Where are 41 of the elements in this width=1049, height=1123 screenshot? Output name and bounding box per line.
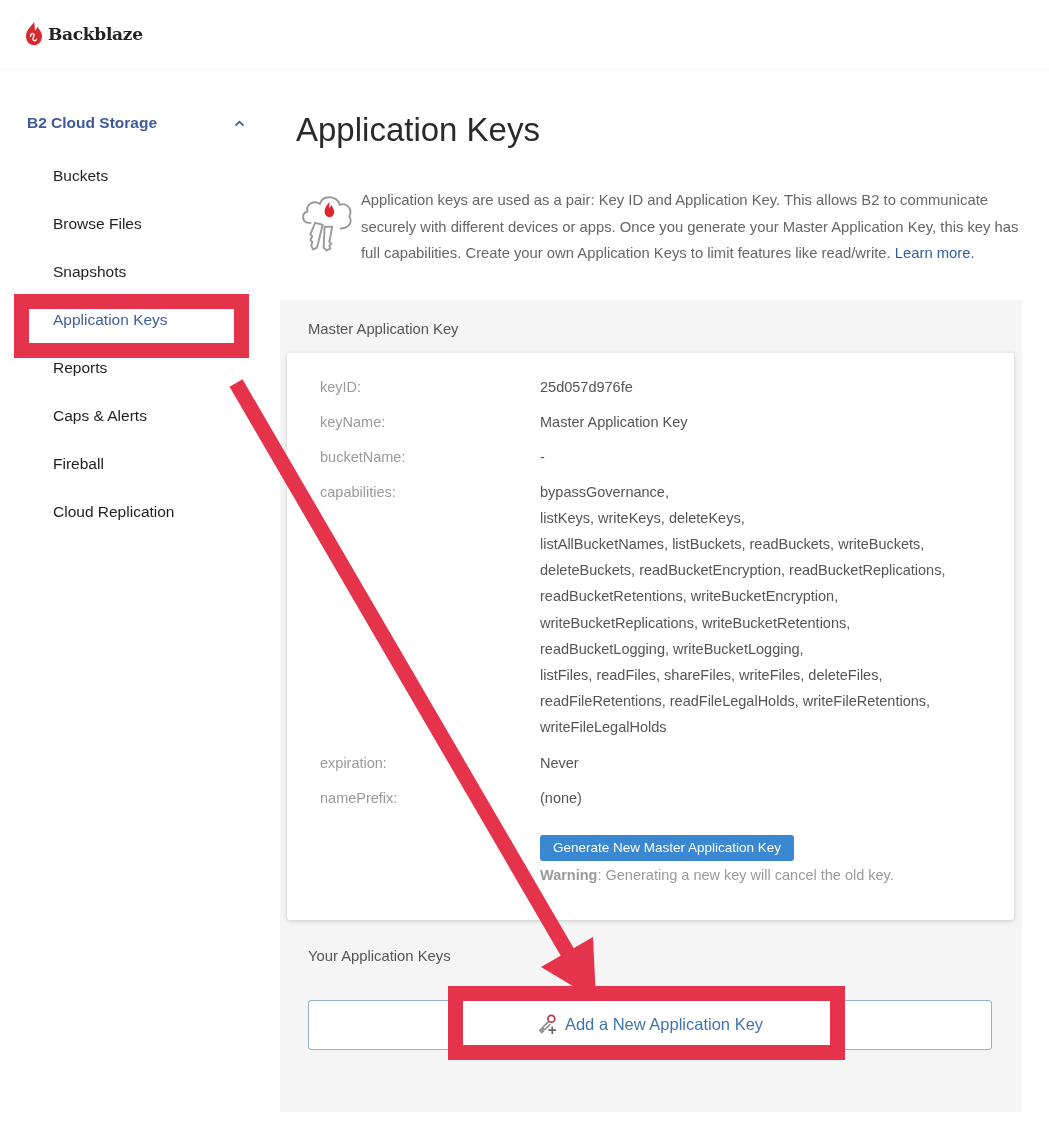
sidebar-item[interactable]: Application Keys bbox=[53, 311, 168, 329]
warning-text: Warning: Generating a new key will cancel the old key. bbox=[540, 865, 895, 885]
capability-line: readFileRetentions, readFileLegalHolds, writeFileRetentions, bbox=[540, 692, 932, 712]
capability-line: listAllBucketNames, listBuckets, readBuckets, writeBuckets, bbox=[540, 534, 926, 554]
flame-logo-icon bbox=[25, 22, 43, 45]
capability-line: listFiles, readFiles, shareFiles, writeFiles, deleteFiles, bbox=[540, 665, 884, 685]
field-value: - bbox=[540, 447, 546, 467]
capability-line: deleteBuckets, readBucketEncryption, readBucketReplications, bbox=[540, 561, 947, 581]
field-label: keyName: bbox=[320, 412, 387, 432]
capability-line: listKeys, writeKeys, deleteKeys, bbox=[540, 508, 746, 528]
field-label: bucketName: bbox=[320, 447, 407, 467]
capability-line: writeBucketReplications, writeBucketRetentions, bbox=[540, 613, 852, 633]
capability-line: readBucketRetentions, writeBucketEncryption, bbox=[540, 587, 840, 607]
capability-line: writeFileLegalHolds bbox=[540, 718, 668, 738]
capability-line: readBucketLogging, writeBucketLogging, bbox=[540, 639, 805, 659]
sidebar-item[interactable]: Cloud Replication bbox=[53, 503, 175, 521]
learn-more-link[interactable]: Learn more. bbox=[894, 245, 975, 261]
sidebar-item[interactable]: Reports bbox=[53, 359, 108, 377]
sidebar-item[interactable]: Caps & Alerts bbox=[53, 407, 147, 425]
section-heading: Master Application Key bbox=[308, 319, 460, 339]
sidebar-item[interactable]: Snapshots bbox=[53, 263, 127, 281]
key-plus-icon bbox=[536, 1014, 558, 1036]
sidebar-item[interactable]: Buckets bbox=[53, 167, 109, 185]
field-label: expiration: bbox=[320, 753, 388, 773]
generate-key-button[interactable]: Generate New Master Application Key bbox=[540, 834, 795, 861]
field-label: namePrefix: bbox=[320, 788, 399, 808]
brand-name: Backblaze bbox=[48, 23, 143, 44]
field-value: Master Application Key bbox=[540, 412, 689, 432]
field-label: keyID: bbox=[320, 377, 363, 397]
sidebar-item[interactable]: Fireball bbox=[53, 455, 104, 473]
sidebar-section-toggle[interactable]: B2 Cloud Storage bbox=[27, 111, 249, 135]
sidebar-item[interactable]: Browse Files bbox=[53, 215, 142, 233]
field-value: Never bbox=[540, 753, 580, 773]
field-value: 25d057d976fe bbox=[540, 377, 634, 397]
caret-icon bbox=[234, 119, 245, 127]
intro-text: Application keys are used as a pair: Key ID and Application Key. This allows B2 to communicate securely with different devices or apps. Once you generate your Master Application Key, this key has full capabilities. Create your own Application Keys to limit features like read/write. Learn more. bbox=[361, 191, 1020, 263]
field-value: (none) bbox=[540, 788, 583, 808]
section-heading: Your Application Keys bbox=[308, 946, 452, 966]
capability-line: bypassGovernance, bbox=[540, 482, 670, 502]
field-label: capabilities: bbox=[320, 482, 397, 502]
page-title: Application Keys bbox=[296, 110, 541, 150]
